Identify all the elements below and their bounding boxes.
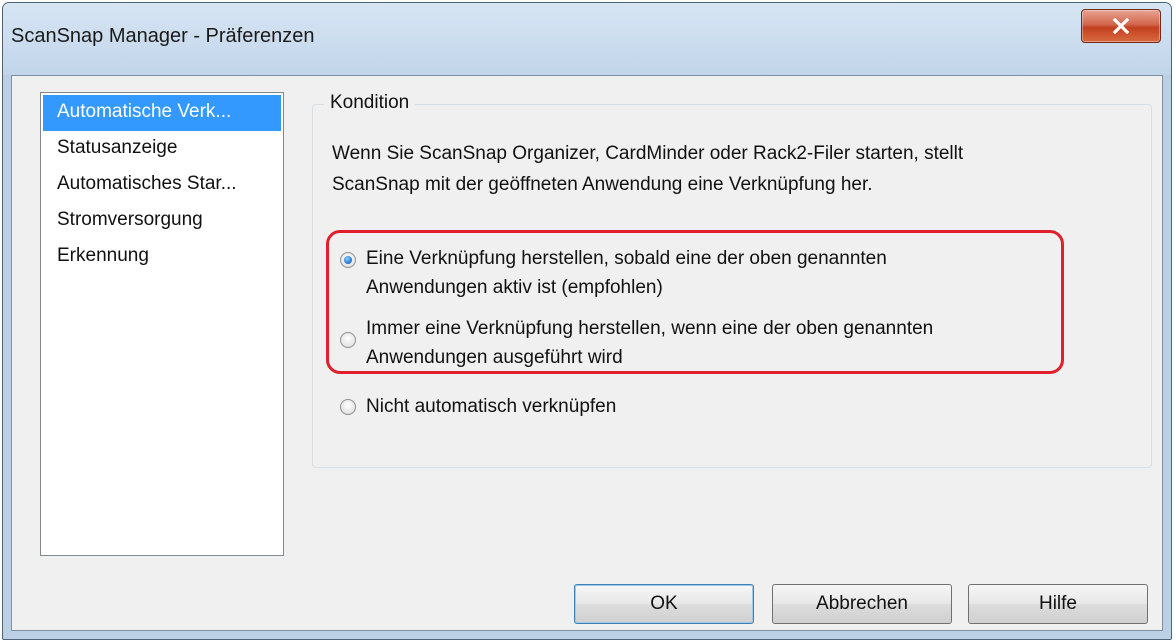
group-description: Wenn Sie ScanSnap Organizer, CardMinder …	[332, 138, 1112, 200]
radio-selected-dot	[344, 256, 352, 264]
description-line-1: Wenn Sie ScanSnap Organizer, CardMinder …	[332, 143, 964, 164]
category-list[interactable]: Automatische Verk... Statusanzeige Autom…	[40, 92, 284, 556]
radio-button-checked[interactable]	[340, 252, 356, 268]
radio-option-label[interactable]: Immer eine Verknüpfung herstellen, wenn …	[366, 314, 933, 372]
radio-label-line-1: Immer eine Verknüpfung herstellen, wenn …	[366, 318, 934, 339]
group-title: Kondition	[324, 92, 416, 114]
sidebar-item-stromversorgung[interactable]: Stromversorgung	[41, 203, 283, 239]
sidebar-item-erkennung[interactable]: Erkennung	[41, 239, 283, 275]
description-line-2: ScanSnap mit der geöffneten Anwendung ei…	[332, 174, 873, 195]
sidebar-item-automatische-verknuepfung[interactable]: Automatische Verk...	[43, 95, 281, 131]
radio-label-line-1: Eine Verknüpfung herstellen, sobald eine…	[366, 248, 887, 269]
radio-button[interactable]	[340, 399, 356, 415]
preferences-window: ScanSnap Manager - Präferenzen Automatis…	[2, 2, 1172, 640]
cancel-button[interactable]: Abbrechen	[772, 584, 952, 624]
title-bar[interactable]: ScanSnap Manager - Präferenzen	[3, 3, 1171, 75]
radio-option-aktiv[interactable]: Eine Verknüpfung herstellen, sobald eine…	[340, 244, 887, 302]
radio-option-label[interactable]: Eine Verknüpfung herstellen, sobald eine…	[366, 244, 887, 302]
dialog-body: Automatische Verk... Statusanzeige Autom…	[11, 75, 1163, 631]
radio-option-immer[interactable]: Immer eine Verknüpfung herstellen, wenn …	[340, 314, 933, 372]
radio-button[interactable]	[340, 332, 356, 348]
radio-option-nicht-automatisch[interactable]: Nicht automatisch verknüpfen	[340, 392, 616, 421]
window-title: ScanSnap Manager - Präferenzen	[11, 25, 315, 47]
help-button[interactable]: Hilfe	[968, 584, 1148, 624]
close-button[interactable]	[1081, 9, 1161, 43]
radio-label-line-2: Anwendungen aktiv ist (empfohlen)	[366, 277, 663, 298]
radio-option-label[interactable]: Nicht automatisch verknüpfen	[366, 392, 616, 421]
radio-label-line-2: Anwendungen ausgeführt wird	[366, 347, 623, 368]
ok-button[interactable]: OK	[574, 584, 754, 624]
sidebar-item-automatisches-starten[interactable]: Automatisches Star...	[41, 167, 283, 203]
sidebar-item-statusanzeige[interactable]: Statusanzeige	[41, 131, 283, 167]
close-icon	[1112, 18, 1130, 34]
